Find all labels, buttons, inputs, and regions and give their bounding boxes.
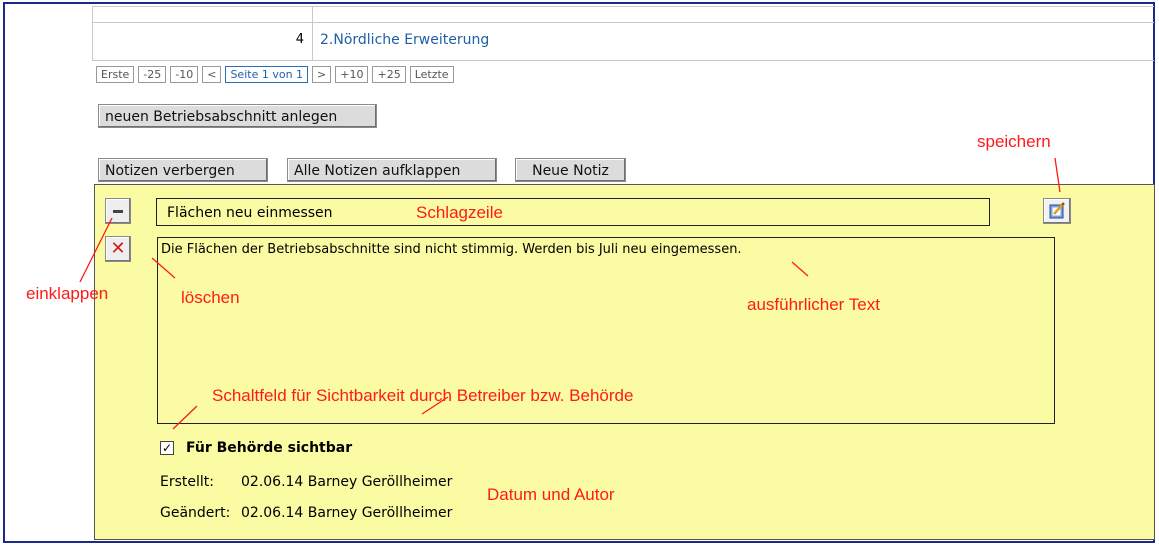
close-icon: ✕	[110, 238, 126, 259]
authority-visible-checkbox[interactable]: ✓	[160, 441, 174, 455]
new-note-button[interactable]: Neue Notiz	[515, 158, 626, 182]
table-cell-number: 4	[295, 32, 304, 47]
check-icon: ✓	[161, 441, 173, 455]
annotation-date-author: Datum und Autor	[487, 485, 615, 504]
pager-forward-10[interactable]: +10	[335, 66, 369, 83]
annotation-detail-text: ausführlicher Text	[747, 295, 880, 314]
created-value: 02.06.14 Barney Geröllheimer	[241, 474, 453, 490]
delete-note-button[interactable]: ✕	[105, 236, 131, 262]
pager-back-25[interactable]: -25	[138, 66, 167, 83]
table-border-bottom	[92, 60, 1154, 61]
pager-back-10[interactable]: -10	[170, 66, 199, 83]
created-label: Erstellt:	[160, 474, 214, 490]
table-row-divider	[92, 22, 1154, 23]
expand-all-notes-button[interactable]: Alle Notizen aufklappen	[287, 158, 497, 182]
pager-next[interactable]: >	[312, 66, 332, 83]
pager-prev[interactable]: <	[202, 66, 222, 83]
table-cell-section-link[interactable]: 2.Nördliche Erweiterung	[320, 32, 489, 48]
annotation-delete: löschen	[181, 288, 240, 307]
save-edit-icon	[1049, 202, 1065, 219]
annotation-visibility: Schaltfeld für Sichtbarkeit durch Betrei…	[212, 386, 634, 405]
table-border-left	[92, 6, 93, 61]
modified-value: 02.06.14 Barney Geröllheimer	[241, 505, 453, 521]
pager-current-page[interactable]: Seite 1 von 1	[225, 66, 309, 83]
minus-icon	[113, 210, 123, 213]
annotation-save: speichern	[977, 132, 1051, 151]
table-border-top	[92, 6, 1154, 7]
pager-forward-25[interactable]: +25	[372, 66, 406, 83]
table-column-divider	[312, 6, 313, 61]
hide-notes-button[interactable]: Notizen verbergen	[98, 158, 268, 182]
pager-first[interactable]: Erste	[96, 66, 135, 83]
note-headline-value: Flächen neu einmessen	[167, 205, 333, 221]
pager: Erste -25 -10 < Seite 1 von 1 > +10 +25 …	[96, 66, 454, 83]
new-section-button[interactable]: neuen Betriebsabschnitt anlegen	[98, 104, 377, 128]
annotation-headline: Schlagzeile	[416, 203, 503, 222]
note-text-value: Die Flächen der Betriebsabschnitte sind …	[161, 242, 742, 257]
pager-last[interactable]: Letzte	[409, 66, 454, 83]
collapse-note-button[interactable]	[105, 198, 131, 224]
annotation-collapse: einklappen	[26, 284, 109, 303]
modified-label: Geändert:	[160, 505, 231, 521]
note-headline-field[interactable]: Flächen neu einmessen	[156, 198, 990, 226]
authority-visible-label: Für Behörde sichtbar	[186, 440, 353, 456]
save-note-button[interactable]	[1043, 198, 1071, 224]
